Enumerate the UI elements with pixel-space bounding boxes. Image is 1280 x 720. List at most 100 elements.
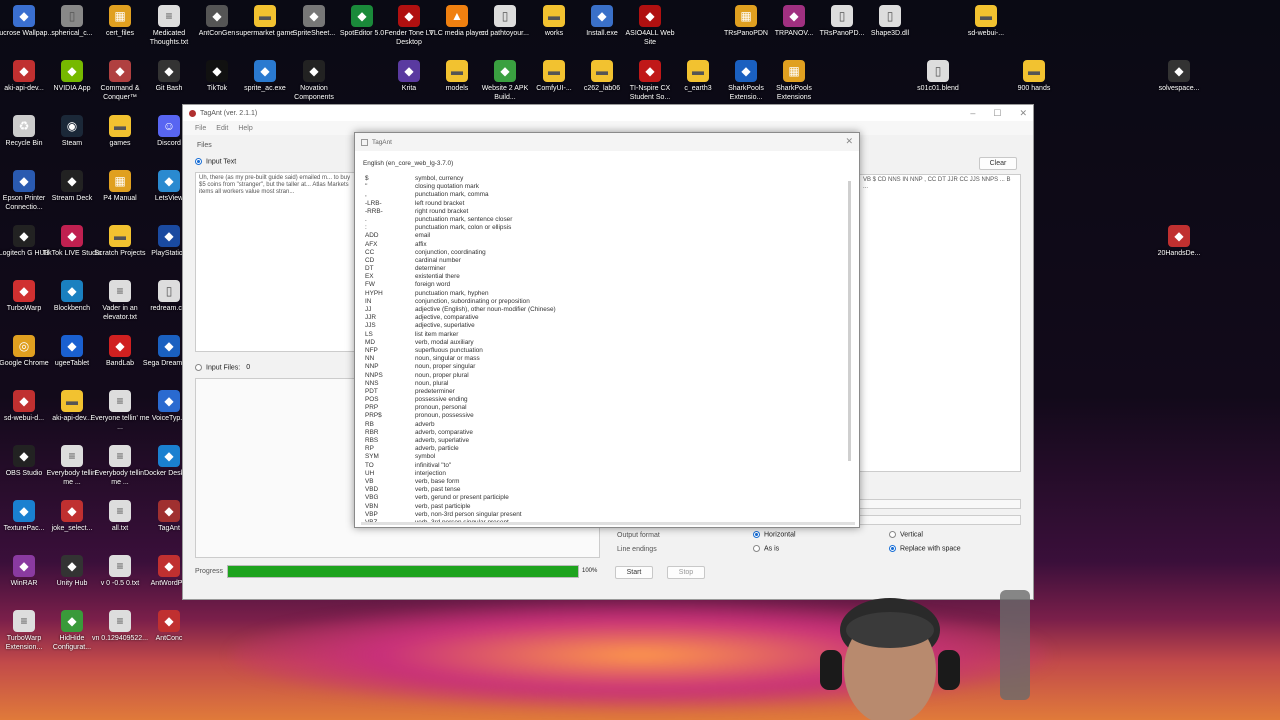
folder-icon: ▬ <box>61 390 83 412</box>
app-icon: ◆ <box>206 60 228 82</box>
tag-description: adverb <box>415 420 435 428</box>
start-button[interactable]: Start <box>615 566 653 579</box>
input-text-option[interactable]: Input Text <box>195 158 236 165</box>
as-is-radio[interactable] <box>753 545 760 552</box>
tag-row: NN noun, singular or mass <box>365 355 847 363</box>
dialog-horizontal-scrollbar[interactable] <box>361 522 855 525</box>
dialog-close-icon[interactable]: ✕ <box>845 136 853 147</box>
horizontal-radio[interactable] <box>753 531 760 538</box>
output-dropdown-1[interactable] <box>859 499 1021 509</box>
dialog-vertical-scrollbar[interactable] <box>848 181 851 461</box>
text-file-icon: ≡ <box>13 610 35 632</box>
tag-description: punctuation mark, hyphen <box>415 289 489 297</box>
tag-description: right round bracket <box>415 207 469 215</box>
menu-file[interactable]: File <box>195 125 206 132</box>
tag-row: LS list item marker <box>365 331 847 339</box>
dialog-app-icon <box>361 138 368 146</box>
desktop-icon[interactable]: ▬ sd-webui-... <box>956 5 1016 38</box>
tag-row: PDT predeterminer <box>365 388 847 396</box>
webcam-overlay <box>820 590 1030 720</box>
tag-description: closing quotation mark <box>415 183 479 191</box>
headphone-right <box>938 650 960 690</box>
replace-with-space-radio[interactable] <box>889 545 896 552</box>
clear-button[interactable]: Clear <box>979 157 1017 170</box>
horizontal-option[interactable]: Horizontal <box>753 531 796 538</box>
tag-row: JJR adjective, comparative <box>365 314 847 322</box>
menu-help[interactable]: Help <box>238 125 252 132</box>
tag-description: superfluous punctuation <box>415 346 483 354</box>
tag-description: verb, base form <box>415 477 460 485</box>
desktop-icon[interactable]: ▬ 900 hands <box>1004 60 1064 93</box>
folder-icon: ▬ <box>591 60 613 82</box>
tag-description: verb, gerund or present participle <box>415 494 509 502</box>
input-text-area[interactable]: Uh, there (as my pre-built guide said) e… <box>195 172 355 352</box>
text-file-icon: ≡ <box>109 500 131 522</box>
tag-row: POS possessive ending <box>365 396 847 404</box>
vertical-radio[interactable] <box>889 531 896 538</box>
menu-edit[interactable]: Edit <box>216 125 228 132</box>
desktop-icon[interactable]: ◆ ASIO4ALL Web Site <box>620 5 680 47</box>
tag-description: verb, modal auxiliary <box>415 338 474 346</box>
tag-row: : punctuation mark, colon or ellipsis <box>365 224 847 232</box>
app-icon: ◆ <box>158 225 180 247</box>
tag-code: NN <box>365 355 375 363</box>
file-icon: ▯ <box>879 5 901 27</box>
app-icon: ◆ <box>591 5 613 27</box>
vertical-option[interactable]: Vertical <box>889 531 923 538</box>
desktop-icon[interactable]: ◆ 20HandsDe... <box>1149 225 1209 258</box>
desktop-icon[interactable]: ◆ Novation Components <box>284 60 344 102</box>
app-icon: ◆ <box>13 225 35 247</box>
app-icon: ◆ <box>13 390 35 412</box>
app-icon: ◆ <box>158 610 180 632</box>
input-files-option[interactable]: Input Files: 0 <box>195 364 250 371</box>
tag-description: noun, singular or mass <box>415 355 480 363</box>
maximize-icon[interactable]: ☐ <box>993 108 1001 119</box>
tag-description: verb, past participle <box>415 502 471 510</box>
stop-button[interactable]: Stop <box>667 566 705 579</box>
input-files-radio[interactable] <box>195 364 202 371</box>
replace-with-space-option[interactable]: Replace with space <box>889 545 961 552</box>
output-dropdown-2[interactable] <box>859 515 1021 525</box>
tag-code: CD <box>365 256 375 264</box>
app-icon: ◆ <box>639 5 661 27</box>
close-icon[interactable]: ✕ <box>1019 108 1027 119</box>
tag-code: VBN <box>365 502 379 510</box>
desktop-icon[interactable]: ▯ Shape3D.dll <box>860 5 920 38</box>
tag-description: punctuation mark, colon or ellipsis <box>415 224 512 232</box>
input-files-label: Input Files: <box>206 364 241 372</box>
tag-row: '' closing quotation mark <box>365 183 847 191</box>
tag-code: EX <box>365 273 374 281</box>
tag-description: infinitival "to" <box>415 461 452 469</box>
tag-code: : <box>365 224 367 232</box>
tag-row: -RRB-right round bracket <box>365 208 847 216</box>
text-file-icon: ≡ <box>109 555 131 577</box>
input-text-radio[interactable] <box>195 158 202 165</box>
input-text-label: Input Text <box>206 158 237 166</box>
output-text-area[interactable]: VB $ CD NNS IN NNP , CC DT JJR CC JJS NN… <box>859 174 1021 472</box>
tag-description: conjunction, subordinating or prepositio… <box>415 297 530 305</box>
minimize-icon[interactable]: – <box>970 108 975 119</box>
replace-with-space-label: Replace with space <box>900 545 961 553</box>
app-icon: ◆ <box>206 5 228 27</box>
as-is-option[interactable]: As is <box>753 545 779 552</box>
tag-description: determiner <box>415 265 446 273</box>
app-icon: ◆ <box>158 170 180 192</box>
tag-row: AFX affix <box>365 241 847 249</box>
desktop-icon-label: s01c01.blend <box>917 85 959 92</box>
horizontal-label: Horizontal <box>764 531 796 539</box>
line-endings-label: Line endings <box>617 546 657 553</box>
desktop-icon[interactable]: ▦ SharkPools Extensions <box>764 60 824 102</box>
tag-code: . <box>365 215 367 223</box>
tag-row: $ symbol, currency <box>365 175 847 183</box>
desktop-icon[interactable]: ◆ AntConc <box>139 610 199 643</box>
input-files-count: 0 <box>246 364 251 372</box>
desktop-icon[interactable]: ◆ solvespace... <box>1149 60 1209 93</box>
tag-description: foreign word <box>415 281 451 289</box>
tag-description: list item marker <box>415 330 459 338</box>
text-file-icon: ≡ <box>61 445 83 467</box>
tag-code: '' <box>365 183 368 191</box>
app-icon: ◆ <box>158 390 180 412</box>
tag-code: NFP <box>365 346 378 354</box>
tagset-list[interactable]: $ symbol, currency '' closing quotation mar… <box>365 175 847 525</box>
desktop-icon[interactable]: ▯ s01c01.blend <box>908 60 968 93</box>
